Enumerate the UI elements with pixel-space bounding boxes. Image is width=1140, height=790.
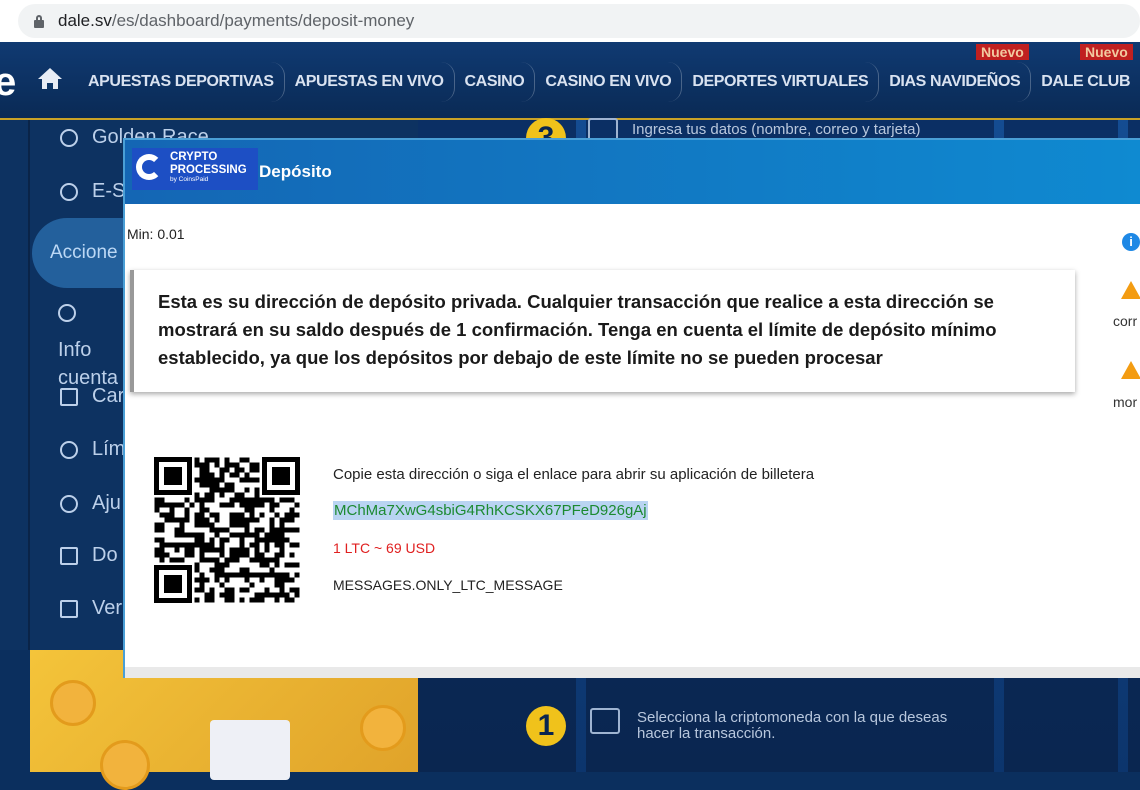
- notice-text: Esta es su dirección de depósito privada…: [158, 291, 997, 368]
- deposit-modal: CRYPTO PROCESSING by CoinsPaid Depósito M…: [123, 138, 1140, 678]
- sidebar-item-label: Aju: [92, 492, 121, 514]
- sidebar-item-documentos[interactable]: Do: [60, 544, 118, 567]
- new-badge: Nuevo: [1080, 44, 1133, 60]
- nav-casino[interactable]: CASINO: [455, 62, 536, 102]
- modal-header: CRYPTO PROCESSING by CoinsPaid Depósito: [125, 140, 1140, 204]
- new-badge: Nuevo: [976, 44, 1029, 60]
- coin-image: [360, 705, 406, 751]
- checkbox-icon: [60, 599, 78, 618]
- crypto-processing-logo: CRYPTO PROCESSING by CoinsPaid: [132, 148, 258, 190]
- lock-icon[interactable]: [32, 14, 46, 28]
- sidebar-item-label: Do: [92, 544, 118, 566]
- main-nav: APUESTAS DEPORTIVAS APUESTAS EN VIVO CAS…: [78, 60, 1140, 104]
- step-number: 1: [526, 706, 566, 746]
- sidebar-item-label: Car: [92, 385, 125, 407]
- crypto-processing-c-icon: [136, 152, 166, 186]
- modal-title: Depósito: [259, 162, 332, 181]
- warning-icon: [1121, 281, 1140, 299]
- sidebar-item-verificacion[interactable]: Ver: [60, 597, 122, 620]
- sidebar-item-ajustes[interactable]: Aju: [60, 492, 121, 515]
- side-text: mor: [1113, 394, 1138, 410]
- clock-icon: [60, 440, 78, 459]
- nav-dale-club[interactable]: DALE CLUB: [1031, 62, 1140, 102]
- lock-open-icon: [60, 387, 78, 406]
- laptop-icon: [590, 708, 620, 734]
- history-icon: [60, 128, 78, 147]
- sidebar-item-limites[interactable]: Lím: [60, 438, 125, 461]
- side-text: corr: [1113, 313, 1138, 329]
- nav-dias-navidenos[interactable]: DIAS NAVIDEÑOS: [879, 62, 1032, 102]
- nav-apuestas-deportivas[interactable]: APUESTAS DEPORTIVAS: [78, 62, 285, 102]
- exchange-rate: 1 LTC ~ 69 USD: [333, 540, 436, 556]
- nav-deportes-virtuales[interactable]: DEPORTES VIRTUALES: [682, 62, 880, 102]
- nav-casino-en-vivo[interactable]: CASINO EN VIVO: [535, 62, 683, 102]
- url-box[interactable]: dale.sv/es/dashboard/payments/deposit-mo…: [18, 4, 1140, 38]
- sidebar-item-label: Info cuenta: [58, 339, 119, 389]
- history-icon: [60, 182, 78, 201]
- ltc-message: MESSAGES.ONLY_LTC_MESSAGE: [333, 577, 563, 593]
- user-icon: [58, 304, 76, 322]
- gift-image: [210, 720, 290, 780]
- minimum-amount: Min: 0.01: [127, 226, 185, 242]
- info-icon: i: [1122, 233, 1140, 251]
- logo-subtext: by CoinsPaid: [170, 176, 209, 183]
- sidebar-item-esports[interactable]: E-S: [60, 180, 125, 203]
- step-text: Ingresa tus datos (nombre, correo y tarj…: [632, 121, 921, 138]
- modal-footer: [125, 667, 1140, 678]
- url-domain: dale.sv: [58, 11, 112, 30]
- warning-icon: [1121, 361, 1140, 379]
- logo-text: CRYPTO PROCESSING: [170, 151, 247, 176]
- qr-code[interactable]: [154, 457, 300, 603]
- browser-address-bar: dale.sv/es/dashboard/payments/deposit-mo…: [0, 0, 1140, 42]
- user-settings-icon: [60, 494, 78, 513]
- url-text[interactable]: dale.sv/es/dashboard/payments/deposit-mo…: [58, 11, 414, 31]
- nav-apuestas-en-vivo[interactable]: APUESTAS EN VIVO: [285, 62, 455, 102]
- coin-image: [50, 680, 96, 726]
- id-card-icon: [60, 546, 78, 565]
- sidebar-item-label: E-S: [92, 180, 126, 202]
- wallet-address[interactable]: MChMa7XwG4sbiG4RhKCSKX67PFeD926gAj: [333, 501, 648, 520]
- coin-image: [100, 740, 150, 790]
- url-path: /es/dashboard/payments/deposit-money: [111, 11, 415, 30]
- site-logo[interactable]: e: [0, 60, 16, 105]
- sidebar-item-label: Ver: [92, 597, 123, 619]
- step-text: Selecciona la criptomoneda con la que de…: [637, 709, 948, 742]
- sidebar-item-label: Lím: [92, 438, 126, 460]
- copy-instruction: Copie esta dirección o siga el enlace pa…: [333, 466, 815, 483]
- home-icon[interactable]: [36, 68, 64, 96]
- sidebar-item-cambiar[interactable]: Car: [60, 385, 124, 408]
- sidebar-item-info-cuenta[interactable]: Info cuenta: [58, 304, 128, 392]
- deposit-notice: Esta es su dirección de depósito privada…: [130, 270, 1075, 392]
